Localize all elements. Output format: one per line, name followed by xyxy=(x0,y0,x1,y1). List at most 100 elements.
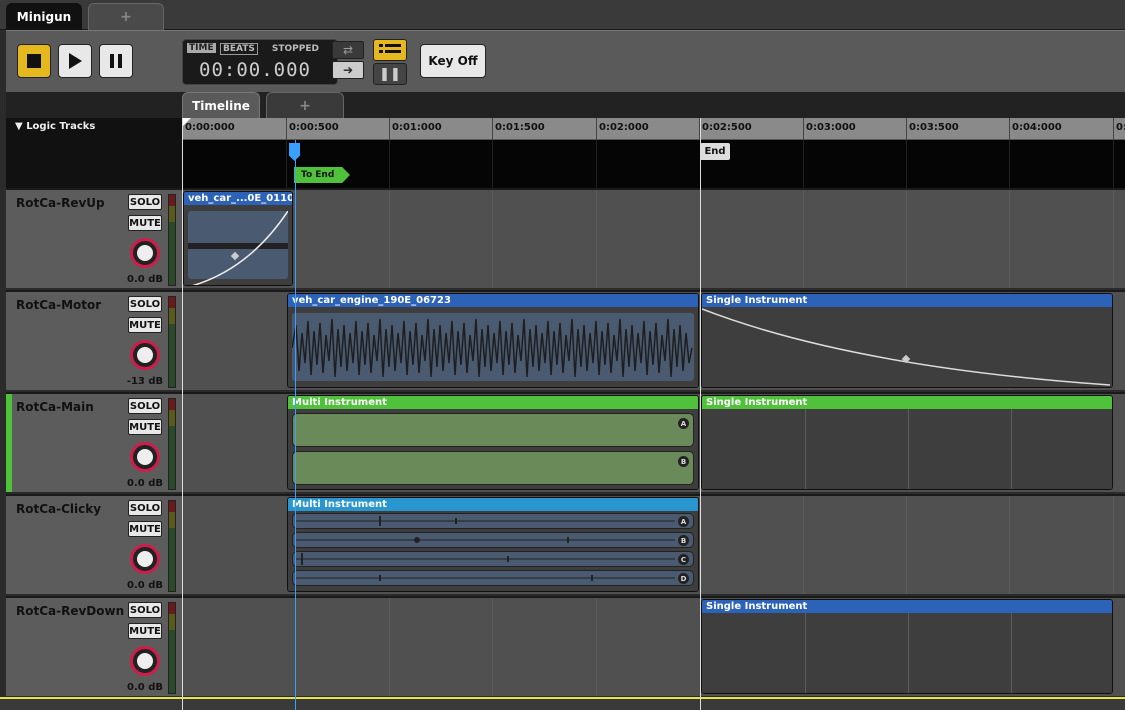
grid-line xyxy=(492,140,493,188)
tab-minigun[interactable]: Minigun xyxy=(6,3,82,30)
region-title: Single Instrument xyxy=(702,396,1112,409)
beats-mode-toggle[interactable]: BEATS xyxy=(220,43,258,55)
playlist-item-a[interactable]: A xyxy=(292,413,694,447)
volume-readout: 0.0 dB xyxy=(127,682,163,693)
playlist-item-d[interactable]: D xyxy=(292,570,694,586)
volume-knob[interactable] xyxy=(130,544,160,574)
track-name: RotCa-Clicky xyxy=(16,502,102,516)
grid-line xyxy=(389,598,390,696)
tab-timeline[interactable]: Timeline xyxy=(182,92,260,118)
playlist-item-c[interactable]: C xyxy=(292,551,694,567)
grid-line xyxy=(492,598,493,696)
region-body xyxy=(702,307,1112,387)
solo-button[interactable]: SOLO xyxy=(128,194,162,210)
solo-button[interactable]: SOLO xyxy=(128,398,162,414)
mute-button[interactable]: MUTE xyxy=(128,521,162,537)
play-icon xyxy=(69,53,82,69)
grid-line xyxy=(1009,496,1010,594)
grid-line xyxy=(596,598,597,696)
play-button[interactable] xyxy=(58,44,92,78)
waveform-icon xyxy=(295,537,675,543)
region-body xyxy=(288,307,698,387)
track-header-main[interactable]: RotCa-Main SOLO MUTE 0.0 dB xyxy=(6,392,182,492)
waveform-icon xyxy=(188,211,288,285)
region-body xyxy=(184,205,292,285)
volume-knob[interactable] xyxy=(130,646,160,676)
track-header-revup[interactable]: RotCa-RevUp SOLO MUTE 0.0 dB xyxy=(6,188,182,288)
grid-line xyxy=(803,496,804,594)
grid-line xyxy=(596,140,597,188)
playhead-line[interactable] xyxy=(295,140,296,710)
region-title: veh_car_...0E_01104 xyxy=(184,192,292,205)
time-display: TIME BEATS STOPPED 00:00.000 xyxy=(182,39,338,85)
track-name: RotCa-Main xyxy=(16,400,94,414)
audio-region[interactable]: veh_car_engine_190E_06723 xyxy=(287,293,699,388)
audio-region[interactable]: veh_car_...0E_01104 xyxy=(183,191,293,286)
track-lane-revup[interactable]: veh_car_...0E_01104 xyxy=(182,188,1125,288)
track-name: RotCa-Motor xyxy=(16,298,102,312)
pause-sm-button[interactable]: ❚❚ xyxy=(373,63,407,85)
sub-tab-bar: Timeline + xyxy=(6,92,1125,118)
volume-knob[interactable] xyxy=(130,340,160,370)
volume-knob[interactable] xyxy=(130,238,160,268)
multi-instrument-region[interactable]: Multi Instrument A B xyxy=(287,395,699,490)
loop-button[interactable]: ⇄ xyxy=(332,41,364,59)
list-view-button[interactable] xyxy=(373,39,407,61)
volume-knob[interactable] xyxy=(130,442,160,472)
ruler-label: 0:00:500 xyxy=(289,122,339,133)
end-marker[interactable]: End xyxy=(700,143,730,160)
instrument-region[interactable]: Single Instrument xyxy=(701,599,1113,694)
track-name: RotCa-RevDown xyxy=(16,604,125,618)
mute-button[interactable]: MUTE xyxy=(128,623,162,639)
knob-icon xyxy=(137,551,153,567)
waveform-icon xyxy=(295,553,675,565)
ruler-label: 0:04:000 xyxy=(1012,122,1062,133)
ruler-label: 0:03:000 xyxy=(806,122,856,133)
follow-button[interactable]: ➔ xyxy=(332,61,364,79)
region-title: Multi Instrument xyxy=(288,396,698,409)
solo-button[interactable]: SOLO xyxy=(128,500,162,516)
loop-icon: ⇄ xyxy=(342,43,354,57)
level-meter xyxy=(168,194,176,286)
playlist-item-b[interactable]: B xyxy=(292,451,694,485)
track-header-motor[interactable]: RotCa-Motor SOLO MUTE -13 dB xyxy=(6,290,182,390)
timeline-ruler[interactable]: 0:00:000 0:00:500 0:01:000 0:01:500 0:02… xyxy=(182,118,1125,140)
badge-b: B xyxy=(678,535,689,546)
instrument-region[interactable]: Single Instrument xyxy=(701,293,1113,388)
key-off-button[interactable]: Key Off xyxy=(420,44,486,78)
grid-line xyxy=(1011,409,1012,489)
mute-button[interactable]: MUTE xyxy=(128,317,162,333)
logic-tracks-toggle[interactable]: ▼ Logic Tracks xyxy=(15,121,95,132)
instrument-region[interactable]: Single Instrument xyxy=(701,395,1113,490)
track-lane-main[interactable]: Multi Instrument A B Single Instrument xyxy=(182,392,1125,492)
app-root: Minigun + TIME BEATS STOPPED 00:00.000 ⇄… xyxy=(0,0,1125,710)
add-subtab-button[interactable]: + xyxy=(266,92,344,118)
grid-line xyxy=(906,140,907,188)
grid-line xyxy=(906,190,907,288)
time-mode-toggle[interactable]: TIME xyxy=(187,43,216,53)
stop-button[interactable] xyxy=(17,44,51,78)
ruler-tick xyxy=(389,118,390,140)
track-lane-clicky[interactable]: Multi Instrument A B C D xyxy=(182,494,1125,594)
track-header-clicky[interactable]: RotCa-Clicky SOLO MUTE 0.0 dB xyxy=(6,494,182,594)
transport-bar: TIME BEATS STOPPED 00:00.000 ⇄ ➔ ❚❚ Key … xyxy=(6,30,1125,92)
add-tab-button[interactable]: + xyxy=(88,3,164,30)
track-lane-revdown[interactable]: Single Instrument xyxy=(182,596,1125,696)
solo-button[interactable]: SOLO xyxy=(128,296,162,312)
playlist-item-a[interactable]: A xyxy=(292,513,694,529)
grid-line xyxy=(908,409,909,489)
ruler-tick xyxy=(286,118,287,140)
mute-button[interactable]: MUTE xyxy=(128,419,162,435)
playlist-item-b[interactable]: B xyxy=(292,532,694,548)
pause-button[interactable] xyxy=(99,44,133,78)
level-meter xyxy=(168,296,176,388)
automation-curve-icon xyxy=(702,308,1111,386)
solo-button[interactable]: SOLO xyxy=(128,602,162,618)
next-track-row[interactable] xyxy=(0,697,1125,710)
to-end-marker[interactable]: To End xyxy=(294,167,350,183)
track-lane-motor[interactable]: veh_car_engine_190E_06723 Single Instrum… xyxy=(182,290,1125,390)
multi-instrument-region[interactable]: Multi Instrument A B C D xyxy=(287,497,699,592)
logic-lane[interactable]: To End End xyxy=(182,140,1125,188)
track-header-revdown[interactable]: RotCa-RevDown SOLO MUTE 0.0 dB xyxy=(6,596,182,696)
mute-button[interactable]: MUTE xyxy=(128,215,162,231)
